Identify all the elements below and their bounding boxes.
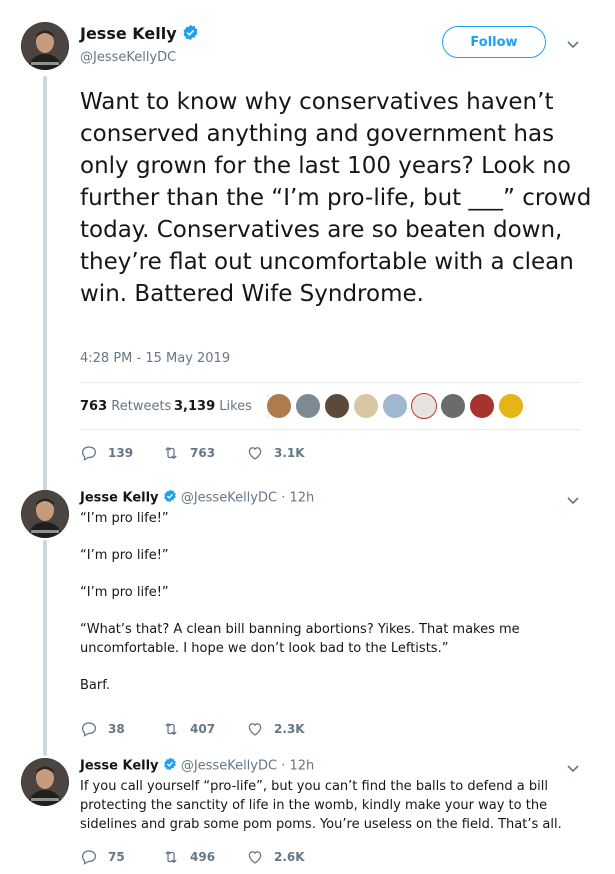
follow-button[interactable]: Follow <box>442 26 546 58</box>
tweet-actions: 139 763 3.1K <box>80 444 380 464</box>
verified-badge-icon <box>182 24 199 45</box>
tweet-stats: 763 Retweets 3,139 Likes <box>80 382 581 430</box>
reply-paragraph: “I’m pro life!” <box>80 548 169 563</box>
tweet-text: Want to know why conservatives haven’t c… <box>80 89 592 307</box>
reply-icon <box>81 446 97 461</box>
author-name[interactable]: Jesse Kelly <box>80 24 177 43</box>
reply-icon <box>81 850 97 865</box>
author-handle[interactable]: @JesseKellyDC <box>181 491 277 506</box>
retweet-button[interactable]: 496 <box>162 848 215 866</box>
liker-avatar[interactable] <box>440 393 466 419</box>
retweet-count: 407 <box>190 722 216 736</box>
thread-line <box>43 540 47 756</box>
like-count: 2.3K <box>274 722 305 736</box>
reply-count: 75 <box>108 850 125 864</box>
tweet-actions: 38 407 2.3K <box>80 720 380 740</box>
heart-icon <box>248 723 262 736</box>
liker-avatar[interactable] <box>411 393 437 419</box>
reply-paragraph: “I’m pro life!” <box>80 585 169 600</box>
retweets-label: Retweets <box>111 399 172 414</box>
reply-text: If you call yourself “pro-life”, but you… <box>80 777 590 834</box>
author-name[interactable]: Jesse Kelly <box>80 491 159 506</box>
reply-paragraph: “I’m pro life!” <box>80 511 169 526</box>
tweet-actions: 75 496 2.6K <box>80 848 380 868</box>
liker-avatar[interactable] <box>469 393 495 419</box>
likes-count: 3,139 <box>174 399 216 414</box>
likes-label: Likes <box>219 399 252 414</box>
reply-paragraph: Barf. <box>80 678 110 693</box>
reply-button[interactable]: 38 <box>80 720 125 738</box>
retweet-icon <box>165 850 177 864</box>
reply-text: “I’m pro life!” “I’m pro life!” “I’m pro… <box>80 509 590 695</box>
reply-paragraph: If you call yourself “pro-life”, but you… <box>80 779 562 832</box>
liker-avatar[interactable] <box>353 393 379 419</box>
chevron-down-icon[interactable] <box>566 36 580 55</box>
retweet-button[interactable]: 407 <box>162 720 215 738</box>
reply-button[interactable]: 75 <box>80 848 125 866</box>
retweet-count: 496 <box>190 850 216 864</box>
likes-stat[interactable]: 3,139 Likes <box>174 399 252 414</box>
retweet-icon <box>165 446 177 460</box>
heart-icon <box>248 447 262 460</box>
liker-avatar[interactable] <box>295 393 321 419</box>
author-block: Jesse Kelly <box>80 24 199 45</box>
reply-count: 38 <box>108 722 125 736</box>
author-name[interactable]: Jesse Kelly <box>80 759 159 774</box>
like-button[interactable]: 3.1K <box>246 444 305 462</box>
retweet-icon <box>165 722 177 736</box>
like-count: 3.1K <box>274 446 305 460</box>
reply-header: Jesse Kelly @JesseKellyDC · 12h <box>80 757 314 775</box>
retweets-count: 763 <box>80 399 108 414</box>
like-button[interactable]: 2.6K <box>246 848 305 866</box>
like-count: 2.6K <box>274 850 305 864</box>
reply-icon <box>81 722 97 737</box>
retweet-count: 763 <box>190 446 216 460</box>
author-handle[interactable]: @JesseKellyDC <box>181 759 277 774</box>
retweets-stat[interactable]: 763 Retweets <box>80 399 171 414</box>
thread-line <box>43 76 47 496</box>
retweet-button[interactable]: 763 <box>162 444 215 462</box>
tweet-timestamp[interactable]: 4:28 PM - 15 May 2019 <box>80 351 230 366</box>
liker-avatar[interactable] <box>382 393 408 419</box>
like-button[interactable]: 2.3K <box>246 720 305 738</box>
verified-badge-icon <box>163 489 177 507</box>
tweet-time[interactable]: · 12h <box>281 491 314 506</box>
liker-avatar[interactable] <box>324 393 350 419</box>
avatar[interactable] <box>21 22 69 70</box>
liker-avatar[interactable] <box>266 393 292 419</box>
tweet-time[interactable]: · 12h <box>281 759 314 774</box>
heart-icon <box>248 851 262 864</box>
reply-button[interactable]: 139 <box>80 444 133 462</box>
verified-badge-icon <box>163 757 177 775</box>
reply-paragraph: “What’s that? A clean bill banning abort… <box>80 622 520 656</box>
avatar[interactable] <box>21 490 69 538</box>
avatar[interactable] <box>21 758 69 806</box>
liker-avatar[interactable] <box>498 393 524 419</box>
author-handle[interactable]: @JesseKellyDC <box>80 50 176 65</box>
reply-count: 139 <box>108 446 134 460</box>
reply-header: Jesse Kelly @JesseKellyDC · 12h <box>80 489 314 507</box>
